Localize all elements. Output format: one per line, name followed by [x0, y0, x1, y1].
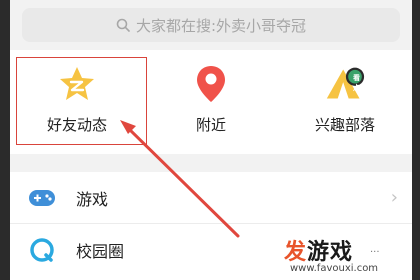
badge-label: 看点	[353, 74, 360, 92]
grid-item-label: 兴趣部落	[314, 116, 375, 134]
search-icon	[116, 18, 130, 32]
watermark-url: www.favouxi.com	[290, 263, 379, 274]
location-pin-icon	[191, 64, 231, 104]
gamepad-icon	[28, 184, 56, 212]
watermark-dots: ...	[370, 244, 380, 255]
grid-item-interest-tribe[interactable]: 看点 兴趣部落	[278, 50, 412, 154]
highlight-box	[16, 57, 147, 145]
watermark-title: 游戏	[307, 240, 354, 265]
watermark-accent: 发	[284, 240, 308, 265]
campus-icon	[28, 236, 56, 264]
watermark-logo: 发游戏	[284, 234, 353, 266]
tent-icon: 看点	[325, 64, 365, 104]
grid-item-label: 附近	[195, 116, 226, 134]
chevron-right-icon: ›	[390, 187, 398, 208]
list-item-label: 游戏	[76, 189, 109, 209]
left-bezel	[0, 0, 10, 280]
list-item-games[interactable]: 游戏 ›	[10, 172, 412, 224]
grid-item-nearby[interactable]: 附近	[144, 50, 278, 154]
search-bar[interactable]: 大家都在搜:外卖小哥夺冠	[22, 8, 400, 42]
screen: 大家都在搜:外卖小哥夺冠 好友动态 附近 看点 兴趣部落 游戏 › 校园圈 发游…	[0, 0, 420, 280]
list-item-label: 校园圈	[76, 242, 125, 261]
right-bezel	[412, 0, 420, 280]
search-placeholder: 大家都在搜:外卖小哥夺冠	[135, 16, 307, 35]
